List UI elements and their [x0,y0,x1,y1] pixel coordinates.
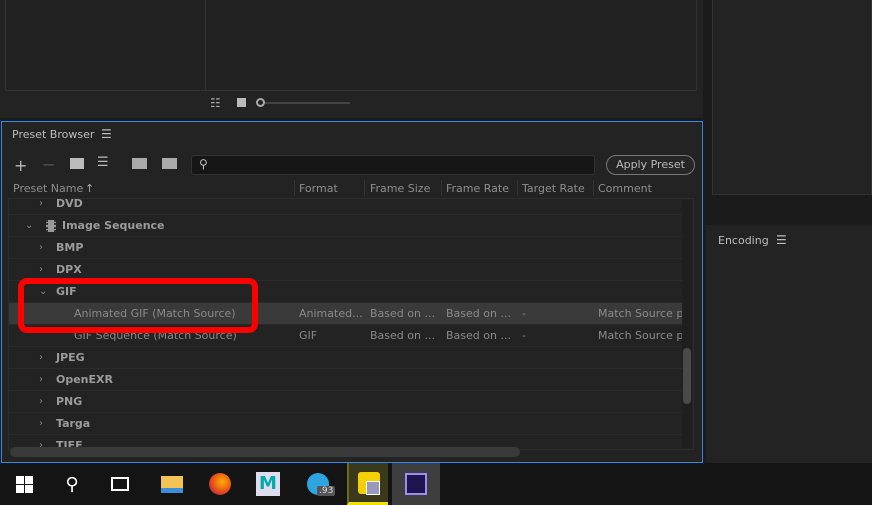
group-row[interactable]: › JPEG [9,347,683,369]
preview-panel [712,0,872,195]
yellow-app-icon[interactable] [347,463,388,505]
preset-frame-rate: Based on ... [446,329,511,342]
group-row[interactable]: › Targa [9,413,683,435]
chevron-right-icon[interactable]: › [39,413,43,434]
maya-icon[interactable]: M [244,463,292,505]
search-icon[interactable]: ⚲ [48,463,96,505]
export-preset-icon[interactable] [162,158,177,169]
column-separator [364,180,365,196]
queue-list [5,0,697,91]
vertical-scrollbar-thumb[interactable] [683,348,691,404]
sort-ascending-icon[interactable]: ↑ [85,182,94,195]
preset-comment: Match Source pre [598,307,683,320]
preset-target-rate: - [522,329,526,342]
zoom-slider[interactable] [265,102,350,104]
firefox-icon[interactable] [196,463,244,505]
group-row[interactable]: › DVD [9,198,683,215]
telegram-badge: .93 [317,486,336,496]
hamburger-icon[interactable]: ☰ [101,127,112,141]
divider [205,0,206,91]
column-frame-rate[interactable]: Frame Rate [446,182,509,195]
column-preset-name[interactable]: Preset Name [13,182,83,195]
group-row[interactable]: › OpenEXR [9,369,683,391]
zoom-slider-handle[interactable] [256,98,265,107]
file-explorer-icon[interactable] [148,463,196,505]
group-label: OpenEXR [56,373,113,386]
settings-icon[interactable]: ☰ [97,155,109,170]
group-label: DVD [56,198,83,210]
encoding-panel: Encoding ☰ [706,225,872,463]
telegram-icon[interactable]: .93 [294,463,342,505]
chevron-right-icon[interactable]: › [39,237,43,258]
film-strip-icon [46,220,56,232]
group-label: Targa [56,417,91,430]
new-group-icon[interactable] [70,158,84,169]
preset-format: GIF [299,329,318,342]
horizontal-scrollbar-thumb[interactable] [10,447,520,457]
add-preset-icon[interactable]: + [14,156,27,175]
column-separator [593,180,594,196]
column-separator [517,180,518,196]
preset-comment: Match Source pre [598,329,683,342]
chevron-right-icon[interactable]: › [39,391,43,412]
chevron-right-icon[interactable]: › [39,199,43,214]
column-format[interactable]: Format [299,182,338,195]
import-preset-icon[interactable] [132,158,147,169]
windows-start-icon[interactable] [0,463,48,505]
apply-preset-button[interactable]: Apply Preset [606,155,695,175]
preset-frame-size: Based on ... [370,307,435,320]
chevron-right-icon[interactable]: › [39,259,43,280]
panel-title: Preset Browser [12,128,95,141]
preset-target-rate: - [522,307,526,320]
highlight-annotation [18,278,258,333]
thumbnail-view-icon[interactable] [237,98,246,107]
chevron-right-icon[interactable]: › [39,369,43,390]
chevron-down-icon[interactable]: ⌄ [25,215,33,236]
chevron-right-icon[interactable]: › [39,347,43,368]
group-label: BMP [56,241,84,254]
remove-preset-icon[interactable]: − [42,155,55,174]
column-comment[interactable]: Comment [598,182,652,195]
list-view-icon[interactable]: ☷ [210,96,221,110]
preset-frame-size: Based on ... [370,329,435,342]
search-icon: ⚲ [199,157,208,171]
preset-frame-rate: Based on ... [446,307,511,320]
group-label: PNG [56,395,83,408]
column-separator [294,180,295,196]
queue-panel: ☷ [0,0,703,118]
search-input[interactable]: ⚲ [191,155,595,175]
encoding-title: Encoding [718,234,769,247]
group-row[interactable]: › PNG [9,391,683,413]
group-label: DPX [56,263,82,276]
column-target-rate[interactable]: Target Rate [522,182,585,195]
taskbar: ⚲ M .93 [0,463,872,505]
preset-format: Animated... [299,307,363,320]
task-view-icon[interactable] [96,463,144,505]
group-label: JPEG [56,351,85,364]
vertical-scrollbar[interactable] [682,200,692,448]
column-separator [441,180,442,196]
group-row[interactable]: ⌄ Image Sequence [9,215,683,237]
group-row[interactable]: › BMP [9,237,683,259]
media-encoder-icon[interactable] [392,463,440,505]
column-frame-size[interactable]: Frame Size [370,182,430,195]
hamburger-icon[interactable]: ☰ [776,233,787,247]
group-label: Image Sequence [62,219,165,232]
